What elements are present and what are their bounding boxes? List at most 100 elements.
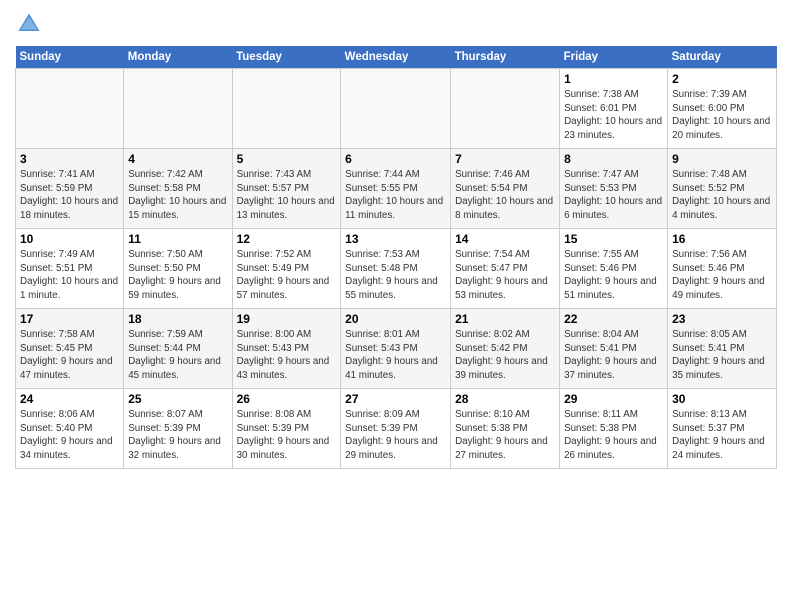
calendar-cell: 16Sunrise: 7:56 AM Sunset: 5:46 PM Dayli…: [668, 229, 777, 309]
day-info: Sunrise: 7:41 AM Sunset: 5:59 PM Dayligh…: [20, 168, 119, 223]
calendar-cell: 15 Sunrise: 7:55 AM Sunset: 5:46 PM Dayli…: [560, 229, 668, 309]
day-info: Sunrise: 7:52 AM Sunset: 5:49 PM Dayligh…: [237, 248, 337, 303]
page-header: [15, 10, 777, 38]
day-number: 27: [345, 392, 446, 406]
day-number: 21: [455, 312, 555, 326]
day-info: Sunrise: 8:02 AM Sunset: 5:42 PM Dayligh…: [455, 328, 555, 383]
day-info: Sunrise: 8:05 AM Sunset: 5:41 PM Dayligh…: [672, 328, 772, 383]
day-info: Sunrise: 7:38 AM Sunset: 6:01 PM Dayligh…: [564, 88, 663, 143]
calendar-cell: 27 Sunrise: 8:09 AM Sunset: 5:39 PM Dayli…: [341, 389, 451, 469]
calendar-table: SundayMondayTuesdayWednesdayThursdayFrid…: [15, 46, 777, 469]
calendar-cell: 10Sunrise: 7:49 AM Sunset: 5:51 PM Dayli…: [16, 229, 124, 309]
day-info: Sunrise: 8:04 AM Sunset: 5:41 PM Dayligh…: [564, 328, 663, 383]
header-thursday: Thursday: [451, 46, 560, 69]
day-number: 2: [672, 72, 772, 86]
calendar-cell: 25 Sunrise: 8:07 AM Sunset: 5:39 PM Dayli…: [124, 389, 232, 469]
calendar-cell: 1 Sunrise: 7:38 AM Sunset: 6:01 PM Daylig…: [560, 69, 668, 149]
day-number: 4: [128, 152, 227, 166]
day-info: Sunrise: 7:44 AM Sunset: 5:55 PM Dayligh…: [345, 168, 446, 223]
calendar-week-row: 17Sunrise: 7:58 AM Sunset: 5:45 PM Dayli…: [16, 309, 777, 389]
header-friday: Friday: [560, 46, 668, 69]
calendar-cell: [341, 69, 451, 149]
day-number: 12: [237, 232, 337, 246]
header-saturday: Saturday: [668, 46, 777, 69]
calendar-cell: 30 Sunrise: 8:13 AM Sunset: 5:37 PM Dayli…: [668, 389, 777, 469]
calendar-header-row: SundayMondayTuesdayWednesdayThursdayFrid…: [16, 46, 777, 69]
day-number: 15: [564, 232, 663, 246]
day-number: 11: [128, 232, 227, 246]
calendar-cell: 13 Sunrise: 7:53 AM Sunset: 5:48 PM Dayli…: [341, 229, 451, 309]
calendar-cell: 6 Sunrise: 7:44 AM Sunset: 5:55 PM Daylig…: [341, 149, 451, 229]
calendar-cell: 4 Sunrise: 7:42 AM Sunset: 5:58 PM Daylig…: [124, 149, 232, 229]
day-info: Sunrise: 7:42 AM Sunset: 5:58 PM Dayligh…: [128, 168, 227, 223]
calendar-week-row: 3 Sunrise: 7:41 AM Sunset: 5:59 PM Daylig…: [16, 149, 777, 229]
day-info: Sunrise: 7:39 AM Sunset: 6:00 PM Dayligh…: [672, 88, 772, 143]
day-number: 24: [20, 392, 119, 406]
calendar-cell: [232, 69, 341, 149]
calendar-cell: 11Sunrise: 7:50 AM Sunset: 5:50 PM Dayli…: [124, 229, 232, 309]
day-info: Sunrise: 8:10 AM Sunset: 5:38 PM Dayligh…: [455, 408, 555, 463]
calendar-cell: 14 Sunrise: 7:54 AM Sunset: 5:47 PM Dayli…: [451, 229, 560, 309]
calendar-cell: 18 Sunrise: 7:59 AM Sunset: 5:44 PM Dayli…: [124, 309, 232, 389]
calendar-week-row: 24 Sunrise: 8:06 AM Sunset: 5:40 PM Dayli…: [16, 389, 777, 469]
day-number: 14: [455, 232, 555, 246]
logo: [15, 10, 47, 38]
calendar-week-row: 10Sunrise: 7:49 AM Sunset: 5:51 PM Dayli…: [16, 229, 777, 309]
calendar-cell: 22 Sunrise: 8:04 AM Sunset: 5:41 PM Dayli…: [560, 309, 668, 389]
day-info: Sunrise: 7:54 AM Sunset: 5:47 PM Dayligh…: [455, 248, 555, 303]
day-number: 19: [237, 312, 337, 326]
day-number: 10: [20, 232, 119, 246]
day-info: Sunrise: 8:08 AM Sunset: 5:39 PM Dayligh…: [237, 408, 337, 463]
day-number: 30: [672, 392, 772, 406]
header-wednesday: Wednesday: [341, 46, 451, 69]
calendar-cell: 19 Sunrise: 8:00 AM Sunset: 5:43 PM Dayli…: [232, 309, 341, 389]
day-number: 23: [672, 312, 772, 326]
day-info: Sunrise: 7:46 AM Sunset: 5:54 PM Dayligh…: [455, 168, 555, 223]
day-info: Sunrise: 8:07 AM Sunset: 5:39 PM Dayligh…: [128, 408, 227, 463]
calendar-cell: 21 Sunrise: 8:02 AM Sunset: 5:42 PM Dayli…: [451, 309, 560, 389]
day-info: Sunrise: 7:59 AM Sunset: 5:44 PM Dayligh…: [128, 328, 227, 383]
day-info: Sunrise: 7:55 AM Sunset: 5:46 PM Dayligh…: [564, 248, 663, 303]
day-number: 25: [128, 392, 227, 406]
day-number: 7: [455, 152, 555, 166]
calendar-cell: 20Sunrise: 8:01 AM Sunset: 5:43 PM Dayli…: [341, 309, 451, 389]
logo-icon: [15, 10, 43, 38]
calendar-cell: 28 Sunrise: 8:10 AM Sunset: 5:38 PM Dayli…: [451, 389, 560, 469]
day-number: 29: [564, 392, 663, 406]
page-container: SundayMondayTuesdayWednesdayThursdayFrid…: [0, 0, 792, 474]
day-number: 16: [672, 232, 772, 246]
day-number: 8: [564, 152, 663, 166]
day-info: Sunrise: 8:06 AM Sunset: 5:40 PM Dayligh…: [20, 408, 119, 463]
header-tuesday: Tuesday: [232, 46, 341, 69]
calendar-cell: 9 Sunrise: 7:48 AM Sunset: 5:52 PM Daylig…: [668, 149, 777, 229]
day-info: Sunrise: 8:09 AM Sunset: 5:39 PM Dayligh…: [345, 408, 446, 463]
header-monday: Monday: [124, 46, 232, 69]
header-sunday: Sunday: [16, 46, 124, 69]
calendar-cell: 7 Sunrise: 7:46 AM Sunset: 5:54 PM Daylig…: [451, 149, 560, 229]
calendar-cell: [451, 69, 560, 149]
calendar-cell: 17Sunrise: 7:58 AM Sunset: 5:45 PM Dayli…: [16, 309, 124, 389]
day-number: 28: [455, 392, 555, 406]
calendar-week-row: 1 Sunrise: 7:38 AM Sunset: 6:01 PM Daylig…: [16, 69, 777, 149]
day-info: Sunrise: 7:58 AM Sunset: 5:45 PM Dayligh…: [20, 328, 119, 383]
calendar-cell: 8 Sunrise: 7:47 AM Sunset: 5:53 PM Daylig…: [560, 149, 668, 229]
day-info: Sunrise: 8:01 AM Sunset: 5:43 PM Dayligh…: [345, 328, 446, 383]
day-number: 9: [672, 152, 772, 166]
calendar-cell: [16, 69, 124, 149]
day-info: Sunrise: 7:48 AM Sunset: 5:52 PM Dayligh…: [672, 168, 772, 223]
day-info: Sunrise: 7:53 AM Sunset: 5:48 PM Dayligh…: [345, 248, 446, 303]
calendar-cell: 26Sunrise: 8:08 AM Sunset: 5:39 PM Dayli…: [232, 389, 341, 469]
day-number: 1: [564, 72, 663, 86]
day-info: Sunrise: 8:13 AM Sunset: 5:37 PM Dayligh…: [672, 408, 772, 463]
calendar-cell: [124, 69, 232, 149]
day-number: 22: [564, 312, 663, 326]
day-number: 6: [345, 152, 446, 166]
day-number: 3: [20, 152, 119, 166]
day-info: Sunrise: 8:00 AM Sunset: 5:43 PM Dayligh…: [237, 328, 337, 383]
day-number: 13: [345, 232, 446, 246]
calendar-cell: 12 Sunrise: 7:52 AM Sunset: 5:49 PM Dayli…: [232, 229, 341, 309]
day-number: 5: [237, 152, 337, 166]
day-info: Sunrise: 7:43 AM Sunset: 5:57 PM Dayligh…: [237, 168, 337, 223]
day-number: 18: [128, 312, 227, 326]
day-info: Sunrise: 7:47 AM Sunset: 5:53 PM Dayligh…: [564, 168, 663, 223]
